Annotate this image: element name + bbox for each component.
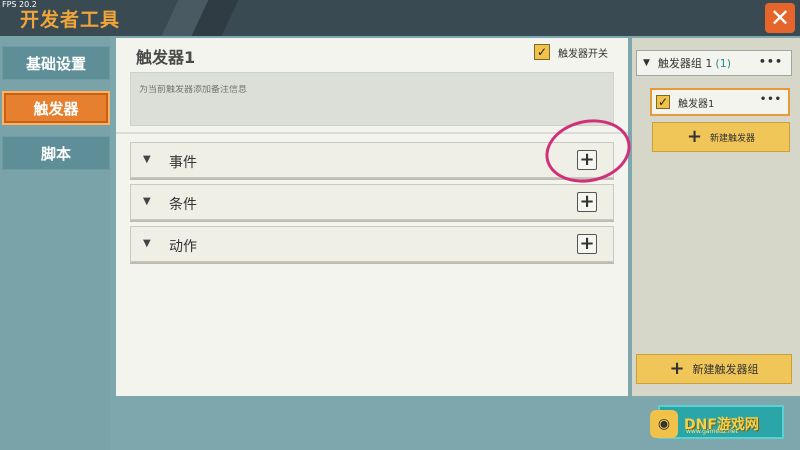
title-bar: FPS 20.2 开发者工具 ✕ bbox=[0, 0, 800, 36]
sidebar: 基础设置 触发器 脚本 bbox=[0, 36, 110, 450]
add-condition-button[interactable]: + bbox=[577, 192, 597, 212]
new-trigger-group-button[interactable]: + 新建触发器组 bbox=[636, 354, 792, 384]
plus-icon: + bbox=[579, 191, 595, 212]
section-label: 动作 bbox=[169, 239, 197, 255]
add-action-button[interactable]: + bbox=[577, 234, 597, 254]
trigger-group-count: (1) bbox=[715, 56, 732, 70]
trigger-group-header[interactable]: ▼ 触发器组 1 (1) ••• bbox=[636, 50, 792, 76]
trigger-switch[interactable]: ✓ 触发器开关 bbox=[534, 44, 608, 60]
sidebar-item-label: 脚本 bbox=[40, 144, 71, 163]
divider bbox=[116, 132, 628, 134]
section-actions[interactable]: ▼ 动作 + bbox=[130, 226, 614, 262]
checkbox-checked-icon[interactable]: ✓ bbox=[656, 95, 670, 109]
new-trigger-button[interactable]: + 新建触发器 bbox=[652, 122, 790, 152]
caret-down-icon[interactable]: ▼ bbox=[143, 238, 151, 249]
more-options-icon[interactable]: ••• bbox=[760, 94, 782, 105]
section-events[interactable]: ▼ 事件 + bbox=[130, 142, 614, 178]
close-icon: ✕ bbox=[769, 4, 791, 32]
section-label: 事件 bbox=[169, 155, 197, 171]
trigger-switch-label: 触发器开关 bbox=[558, 48, 608, 60]
sidebar-item-label: 基础设置 bbox=[25, 54, 86, 73]
note-field[interactable] bbox=[130, 72, 614, 126]
checkbox-checked-icon[interactable]: ✓ bbox=[534, 44, 550, 60]
plus-icon: + bbox=[669, 358, 685, 379]
new-trigger-label: 新建触发器 bbox=[710, 133, 756, 144]
section-label: 条件 bbox=[169, 197, 197, 213]
page-title: 开发者工具 bbox=[20, 9, 121, 31]
plus-icon: + bbox=[579, 233, 595, 254]
sidebar-item-basic-settings[interactable]: 基础设置 bbox=[2, 46, 110, 80]
trigger-group-name: 触发器组 1 bbox=[657, 57, 713, 70]
section-conditions[interactable]: ▼ 条件 + bbox=[130, 184, 614, 220]
trigger-group-panel: ▼ 触发器组 1 (1) ••• ✓ 触发器1 ••• + 新建触发器 + 新建… bbox=[632, 38, 800, 396]
trigger-item-label: 触发器1 bbox=[678, 98, 715, 110]
trigger-editor: 触发器1 ✓ 触发器开关 ▼ 事件 + ▼ 条件 + ▼ 动作 + bbox=[116, 38, 628, 396]
watermark-url: www.gamedz.net bbox=[686, 428, 738, 435]
caret-down-icon[interactable]: ▼ bbox=[143, 154, 151, 165]
note-input[interactable] bbox=[139, 85, 605, 95]
sidebar-item-label: 触发器 bbox=[33, 99, 79, 118]
trigger-list-item[interactable]: ✓ 触发器1 ••• bbox=[650, 88, 790, 116]
sidebar-item-scripts[interactable]: 脚本 bbox=[2, 136, 110, 170]
watermark: ◉ DNF游戏网 bbox=[650, 406, 780, 442]
new-trigger-group-label: 新建触发器组 bbox=[692, 363, 759, 376]
close-button[interactable]: ✕ bbox=[765, 3, 795, 33]
sidebar-item-triggers[interactable]: 触发器 bbox=[2, 91, 110, 125]
more-options-icon[interactable]: ••• bbox=[759, 55, 783, 68]
trigger-name[interactable]: 触发器1 bbox=[136, 44, 195, 68]
plus-icon: + bbox=[686, 126, 703, 147]
caret-down-icon[interactable]: ▼ bbox=[143, 196, 151, 207]
chevron-down-icon[interactable]: ▼ bbox=[643, 58, 650, 68]
gamepad-icon: ◉ bbox=[650, 410, 678, 438]
